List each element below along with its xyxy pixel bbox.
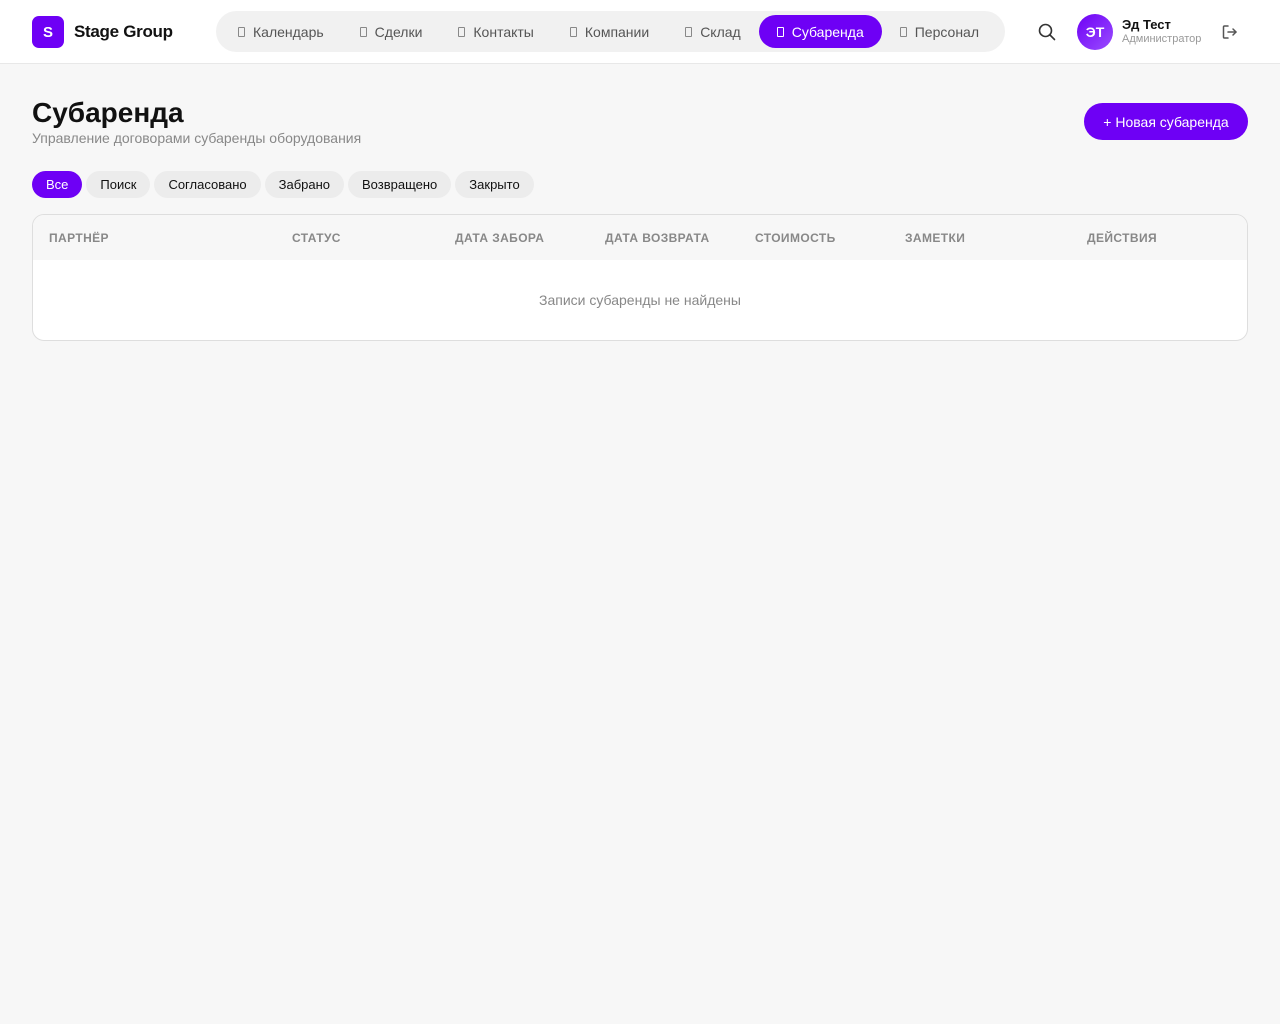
nav-item-label: Персонал xyxy=(914,23,979,40)
nav-item-companies[interactable]: Компании xyxy=(552,15,667,48)
status-filters: Все Поиск Согласовано Забрано Возвращено… xyxy=(32,171,534,198)
search-icon xyxy=(1038,23,1056,41)
brand-name: Stage Group xyxy=(74,22,173,41)
subrent-icon xyxy=(776,26,784,37)
filter-returned[interactable]: Возвращено xyxy=(348,171,452,198)
page-title: Субаренда xyxy=(32,97,184,128)
column-status[interactable]: Статус xyxy=(292,231,341,245)
column-cost[interactable]: Стоимость xyxy=(755,231,836,245)
nav-item-label: Контакты xyxy=(473,23,534,40)
contacts-icon xyxy=(458,26,466,37)
top-header: S Stage Group Календарь Сделки Контакты … xyxy=(0,0,1280,64)
filter-agreed[interactable]: Согласовано xyxy=(154,171,261,198)
nav-item-label: Склад xyxy=(700,23,741,40)
column-return-date[interactable]: Дата возврата xyxy=(605,231,710,245)
nav-item-label: Сделки xyxy=(374,23,423,40)
main-nav: Календарь Сделки Контакты Компании Склад… xyxy=(216,11,1005,52)
new-subrent-button[interactable]: + Новая субаренда xyxy=(1084,103,1248,140)
staff-icon xyxy=(899,26,907,37)
filter-search[interactable]: Поиск xyxy=(86,171,151,198)
nav-item-label: Компании xyxy=(584,23,650,40)
logout-icon xyxy=(1222,25,1237,39)
nav-item-warehouse[interactable]: Склад xyxy=(667,15,759,48)
search-button[interactable] xyxy=(1035,20,1059,44)
filter-all[interactable]: Все xyxy=(32,171,83,198)
brand-logo: S xyxy=(32,16,64,48)
companies-icon xyxy=(569,26,577,37)
nav-item-staff[interactable]: Персонал xyxy=(882,15,997,48)
user-info: Эд Тест Администратор xyxy=(1122,17,1201,45)
deals-icon xyxy=(359,26,367,37)
empty-state: Записи субаренды не найдены xyxy=(539,292,741,308)
user-role: Администратор xyxy=(1122,33,1202,45)
nav-item-contacts[interactable]: Контакты xyxy=(440,15,551,48)
page-subtitle: Управление договорами субаренды оборудов… xyxy=(32,130,362,146)
logout-button[interactable] xyxy=(1220,22,1240,42)
column-notes[interactable]: Заметки xyxy=(905,231,965,245)
brand[interactable]: S Stage Group xyxy=(32,16,173,48)
calendar-icon xyxy=(238,26,245,37)
warehouse-icon xyxy=(685,26,693,37)
filter-picked-up[interactable]: Забрано xyxy=(264,171,345,198)
nav-item-subrent[interactable]: Субаренда xyxy=(758,15,882,48)
subrent-table: Партнёр Статус Дата забора Дата возврата… xyxy=(32,214,1248,341)
avatar[interactable]: ЭТ xyxy=(1077,14,1113,50)
table-header: Партнёр Статус Дата забора Дата возврата… xyxy=(33,215,1247,260)
nav-item-deals[interactable]: Сделки xyxy=(342,15,441,48)
user-name: Эд Тест xyxy=(1122,17,1171,32)
nav-item-label: Календарь xyxy=(253,23,324,40)
column-partner[interactable]: Партнёр xyxy=(49,231,109,245)
filter-closed[interactable]: Закрыто xyxy=(455,171,534,198)
nav-item-calendar[interactable]: Календарь xyxy=(220,15,342,48)
column-actions: Действия xyxy=(1087,231,1157,245)
column-pickup-date[interactable]: Дата забора xyxy=(455,231,544,245)
nav-item-label: Субаренда xyxy=(791,23,864,40)
